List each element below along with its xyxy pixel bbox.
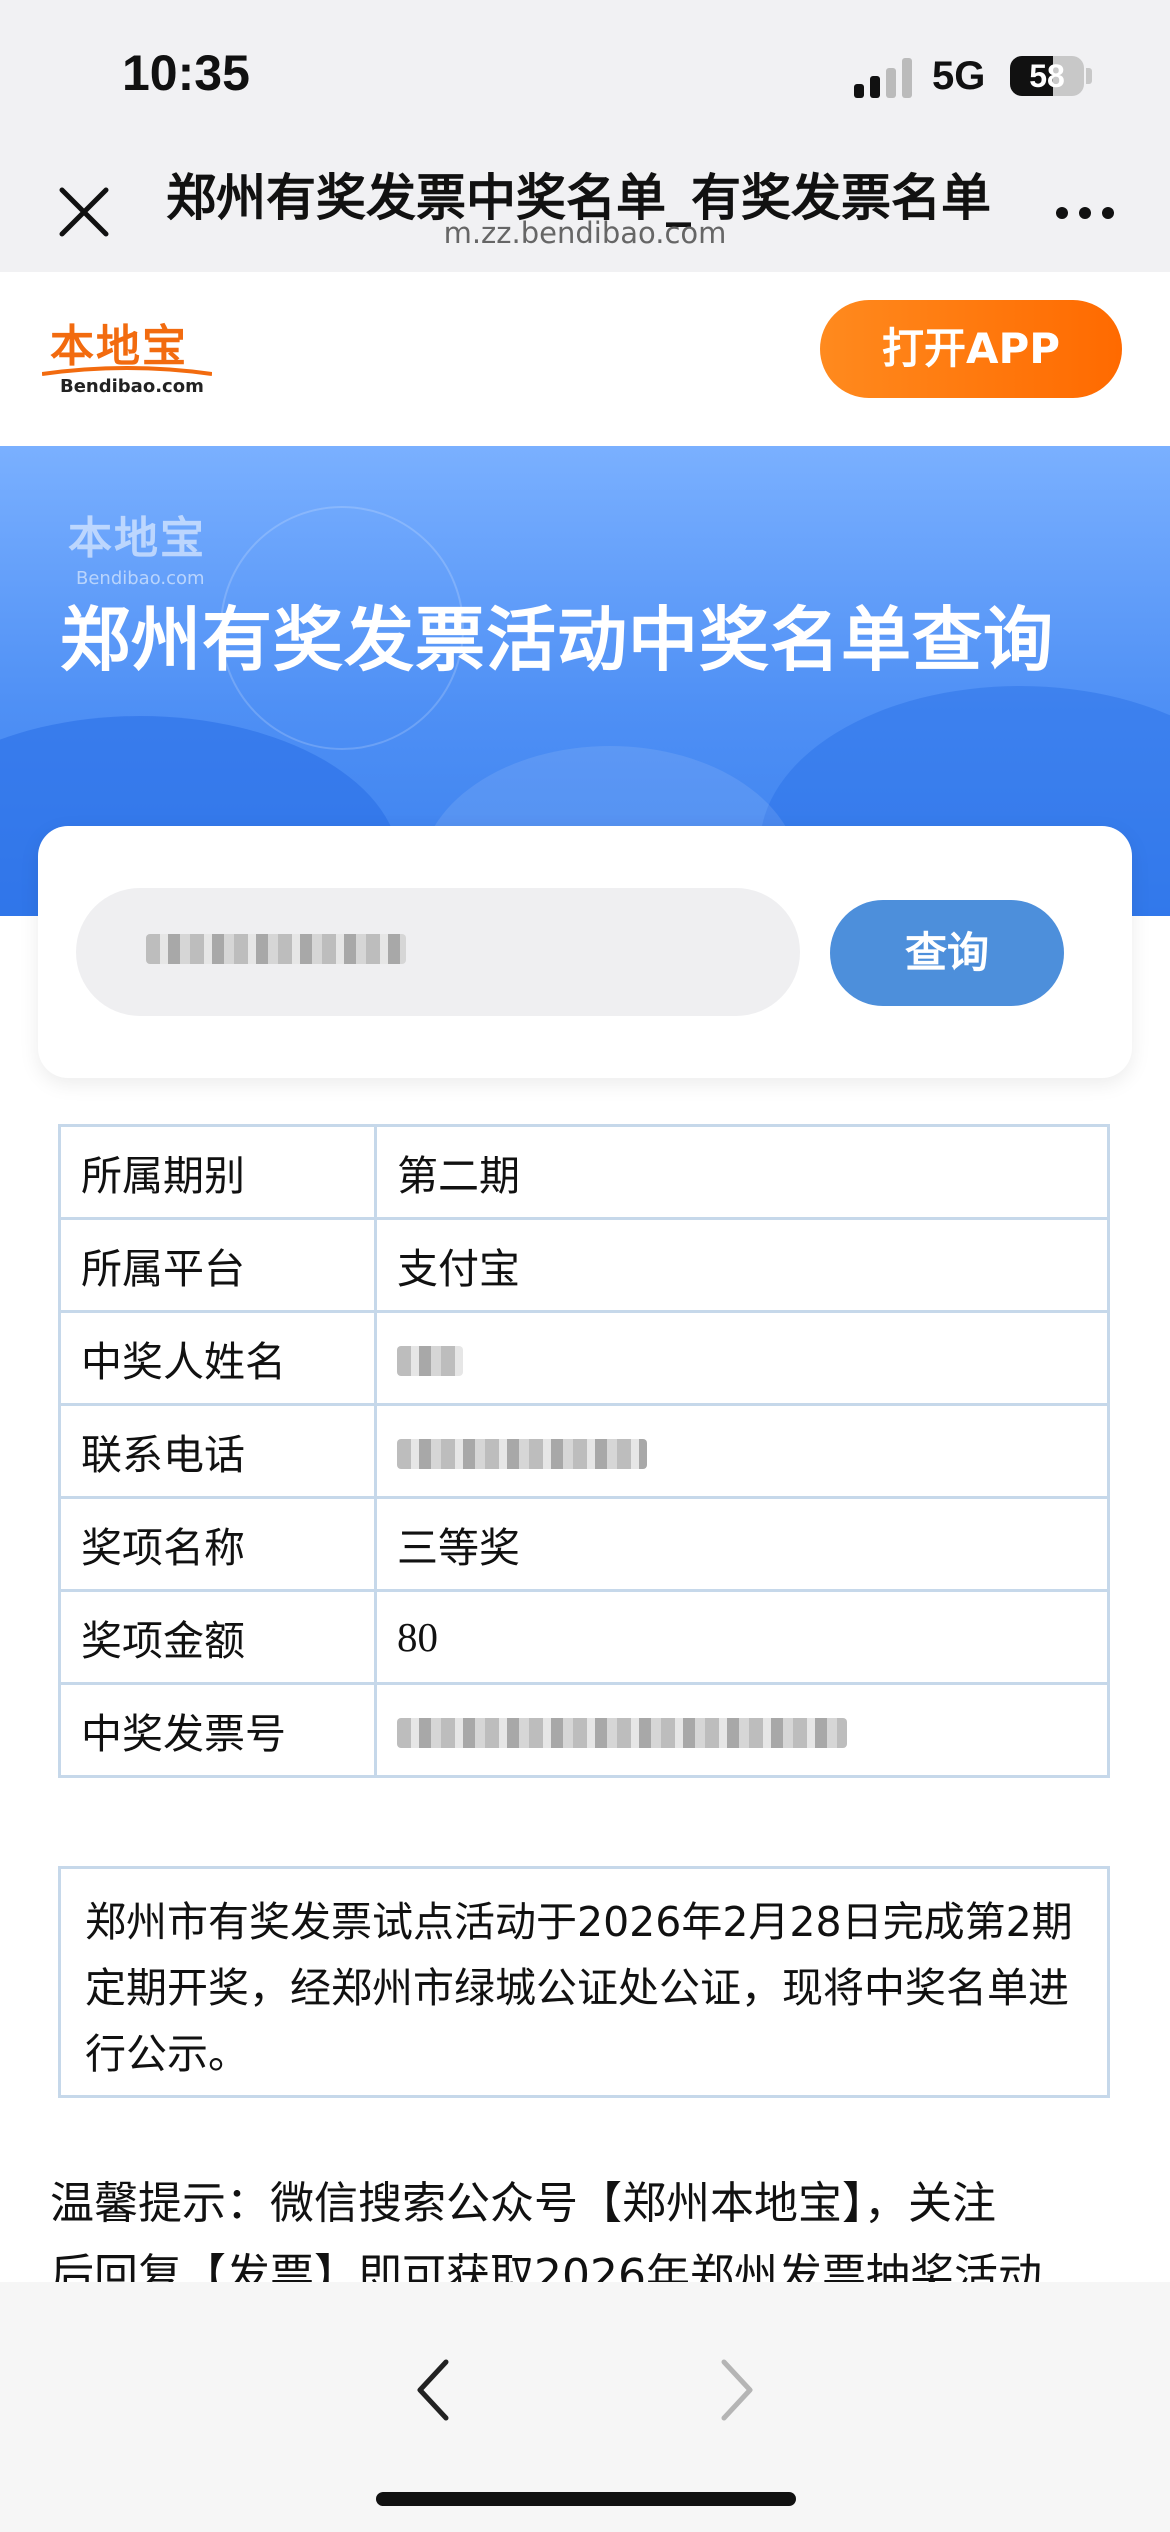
chevron-right-icon[interactable] bbox=[712, 2350, 762, 2430]
row-value: 第二期 bbox=[374, 1124, 1110, 1220]
row-label: 所属平台 bbox=[58, 1217, 377, 1313]
tip-line: 温馨提示：微信搜索公众号【郑州本地宝】，关注 bbox=[50, 2178, 996, 2229]
table-row: 中奖发票号 bbox=[58, 1682, 1110, 1778]
watermark-logo: 本地宝 bbox=[68, 513, 206, 564]
bendibao-logo[interactable]: 本地宝 Bendibao.com bbox=[40, 310, 220, 400]
query-button[interactable]: 查询 bbox=[830, 900, 1064, 1006]
page-title: 郑州有奖发票活动中奖名单查询 bbox=[60, 599, 1054, 681]
row-value-redacted bbox=[374, 1310, 1110, 1406]
signal-icon bbox=[854, 58, 916, 98]
row-label: 奖项金额 bbox=[58, 1589, 377, 1685]
chevron-left-icon[interactable] bbox=[408, 2350, 458, 2430]
site-header: 本地宝 Bendibao.com 打开APP bbox=[0, 272, 1170, 446]
result-table: 所属期别 第二期 所属平台 支付宝 中奖人姓名 联系电话 奖项名称 三等奖 奖项… bbox=[58, 1124, 1110, 1778]
logo-text: 本地宝 bbox=[50, 321, 188, 372]
battery-icon: 58 bbox=[1010, 56, 1084, 96]
table-row: 中奖人姓名 bbox=[58, 1310, 1110, 1406]
open-app-button[interactable]: 打开APP bbox=[820, 300, 1122, 398]
row-label: 中奖人姓名 bbox=[58, 1310, 377, 1406]
row-value: 三等奖 bbox=[374, 1496, 1110, 1592]
redacted-phone bbox=[397, 1439, 647, 1469]
row-value-redacted bbox=[374, 1403, 1110, 1499]
row-label: 联系电话 bbox=[58, 1403, 377, 1499]
browser-url[interactable]: m.zz.bendibao.com bbox=[0, 216, 1170, 250]
status-bar: 10:35 5G 58 bbox=[0, 0, 1170, 140]
table-row: 奖项金额 80 bbox=[58, 1589, 1110, 1685]
logo-swoosh bbox=[42, 366, 212, 376]
home-indicator bbox=[376, 2492, 796, 2506]
search-card: 查询 bbox=[38, 826, 1132, 1078]
bottom-toolbar bbox=[0, 2282, 1170, 2532]
redacted-query bbox=[146, 934, 406, 964]
network-label: 5G bbox=[932, 54, 986, 98]
browser-bar: 郑州有奖发票中奖名单_有奖发票名单 m.zz.bendibao.com bbox=[0, 140, 1170, 272]
logo-domain: Bendibao.com bbox=[60, 376, 204, 397]
redacted-name bbox=[397, 1346, 463, 1376]
row-value-redacted bbox=[374, 1682, 1110, 1778]
battery-level: 58 bbox=[1029, 58, 1065, 94]
row-label: 奖项名称 bbox=[58, 1496, 377, 1592]
banner-watermark: 本地宝 Bendibao.com bbox=[68, 502, 206, 589]
search-input[interactable] bbox=[76, 888, 800, 1016]
row-value: 支付宝 bbox=[374, 1217, 1110, 1313]
row-value: 80 bbox=[374, 1589, 1110, 1685]
row-label: 中奖发票号 bbox=[58, 1682, 377, 1778]
row-label: 所属期别 bbox=[58, 1124, 377, 1220]
status-time: 10:35 bbox=[122, 45, 250, 101]
table-row: 联系电话 bbox=[58, 1403, 1110, 1499]
notice-box: 郑州市有奖发票试点活动于2026年2月28日完成第2期定期开奖，经郑州市绿城公证… bbox=[58, 1866, 1110, 2098]
battery-cap bbox=[1086, 68, 1092, 84]
table-row: 奖项名称 三等奖 bbox=[58, 1496, 1110, 1592]
redacted-invoice-number bbox=[397, 1718, 847, 1748]
table-row: 所属平台 支付宝 bbox=[58, 1217, 1110, 1313]
table-row: 所属期别 第二期 bbox=[58, 1124, 1110, 1220]
more-icon[interactable] bbox=[1050, 198, 1120, 228]
